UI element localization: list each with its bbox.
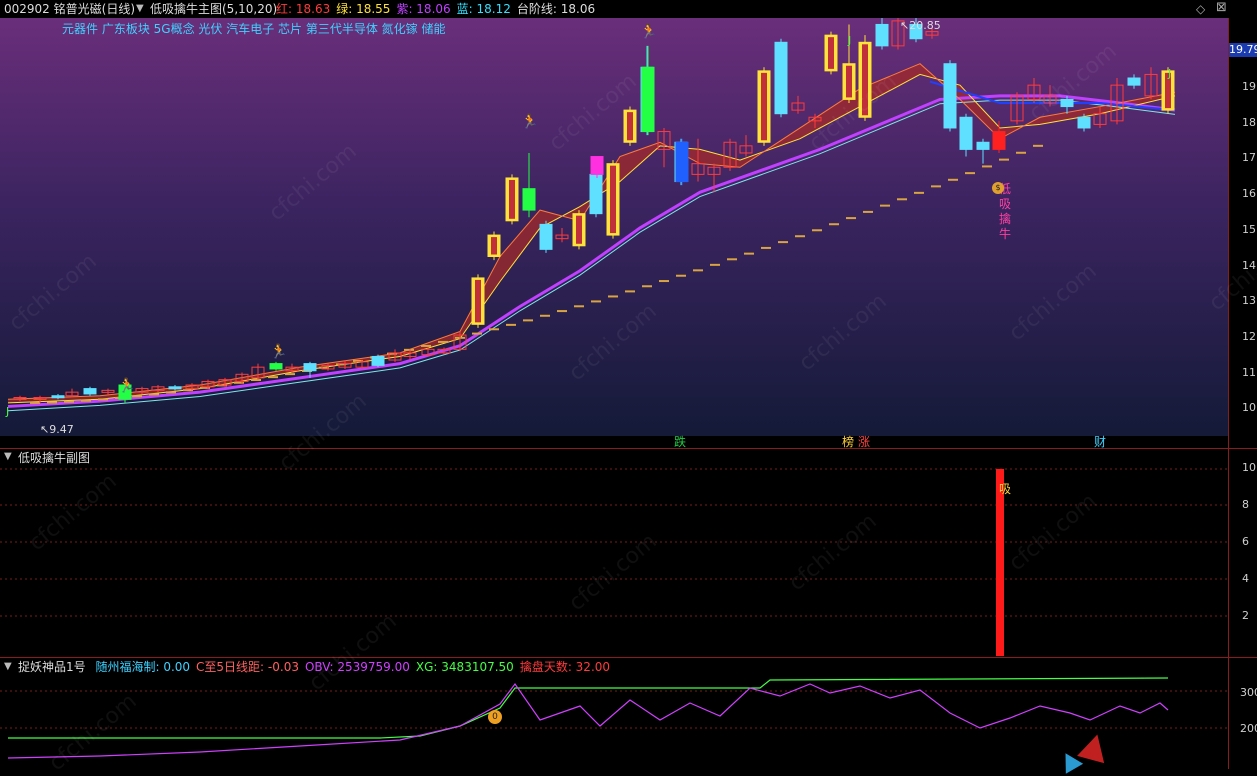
candle-body: [168, 386, 182, 390]
close-icon[interactable]: ⊠: [1216, 0, 1227, 16]
candle-body: [589, 173, 603, 215]
current-price-box: 19.79: [1229, 43, 1257, 57]
third-panel-svg: [0, 677, 1228, 759]
third-axis-tick: 200: [1240, 722, 1257, 735]
indicator-value: 蓝: 18.12: [456, 2, 511, 16]
sub-axis-tick: 6: [1242, 535, 1249, 548]
candle-body: [774, 41, 788, 115]
candle-body: [959, 116, 973, 150]
candle-body: [1077, 116, 1091, 129]
j-mark: J: [848, 34, 852, 47]
header-bar: 002902 铭普光磁(日线) ▼ 低吸擒牛主图(5,10,20) 红: 18.…: [0, 0, 1257, 18]
sub-axis-tick: 10: [1242, 461, 1256, 474]
candle-core: [846, 65, 852, 98]
candle-body: [371, 355, 385, 366]
runner-icon: 🏃: [521, 114, 539, 130]
candle-body: [1127, 77, 1141, 86]
candle-core: [475, 279, 481, 323]
indicator-value: 绿: 18.55: [336, 2, 391, 16]
candle-body: [522, 188, 536, 211]
money-bag-icon: $: [992, 182, 1004, 194]
price-axis-tick: 15: [1242, 222, 1256, 236]
obv-line: [7, 682, 1169, 759]
candle-body: [992, 131, 1006, 150]
price-axis-tick: 16: [1242, 187, 1256, 201]
runner-icon: 🏃: [640, 24, 658, 40]
candle-core: [491, 237, 497, 255]
candle-core: [828, 37, 834, 69]
price-axis-tick: 10: [1242, 401, 1256, 415]
candle-body: [641, 66, 655, 133]
candle-body: [675, 141, 689, 183]
sub-axis-tick: 4: [1242, 572, 1249, 585]
stock-name: 铭普光磁: [53, 2, 102, 16]
candle-body: [269, 363, 283, 370]
candle-body: [51, 395, 65, 399]
tag-bar: [0, 436, 1228, 448]
indicator-name[interactable]: 低吸擒牛主图(5,10,20): [150, 1, 277, 17]
sub-signal-label: 吸: [999, 482, 1012, 496]
price-axis-tick: 17: [1242, 151, 1256, 165]
price-axis-tick: 11: [1242, 365, 1256, 379]
candle-body: [976, 141, 990, 150]
indicator-values: 红: 18.63 绿: 18.55 紫: 18.06 蓝: 18.12 台阶线: 18.…: [276, 1, 601, 17]
indicator-value: 紫: 18.06: [396, 2, 451, 16]
collapse-triangle-icon[interactable]: ▼: [136, 1, 144, 17]
candle-core: [509, 179, 515, 219]
stock-code: 002902: [4, 2, 50, 16]
price-axis-tick: 19: [1242, 80, 1256, 93]
indicator-value: 台阶线: 18.06: [516, 2, 596, 16]
high-label: ↖20.85: [900, 19, 941, 32]
candle-body: [875, 23, 889, 47]
indicator-value: 红: 18.63: [276, 2, 331, 16]
price-axis-tick: 12: [1242, 329, 1256, 343]
candle-core: [610, 165, 616, 234]
runner-icon: 🏃: [270, 344, 288, 360]
candle-core: [627, 112, 633, 141]
stock-title[interactable]: 002902 铭普光磁(日线): [4, 1, 135, 17]
sub-axis-tick: 2: [1242, 609, 1249, 622]
j-mark: J: [6, 405, 10, 418]
diamond-icon[interactable]: ◇: [1196, 1, 1205, 17]
third-axis-tick: 300: [1240, 686, 1257, 699]
runner-icon: 🏃: [118, 378, 136, 394]
candle-body: [539, 223, 553, 250]
j-mark: J: [1168, 67, 1172, 80]
candle-body: [590, 156, 604, 175]
period-label: (日线): [101, 2, 136, 16]
xg-line: [8, 677, 1169, 739]
candle-body: [83, 388, 97, 395]
low-label: ↖9.47: [40, 423, 74, 436]
xg-badge: 0: [488, 710, 502, 724]
candle-core: [761, 72, 767, 141]
price-axis-tick: 18: [1242, 115, 1256, 129]
signal-bar: [996, 469, 1004, 656]
candle-body: [943, 63, 957, 129]
sub-axis-tick: 8: [1242, 498, 1249, 511]
candle-body: [303, 363, 317, 372]
candle-core: [576, 215, 582, 244]
